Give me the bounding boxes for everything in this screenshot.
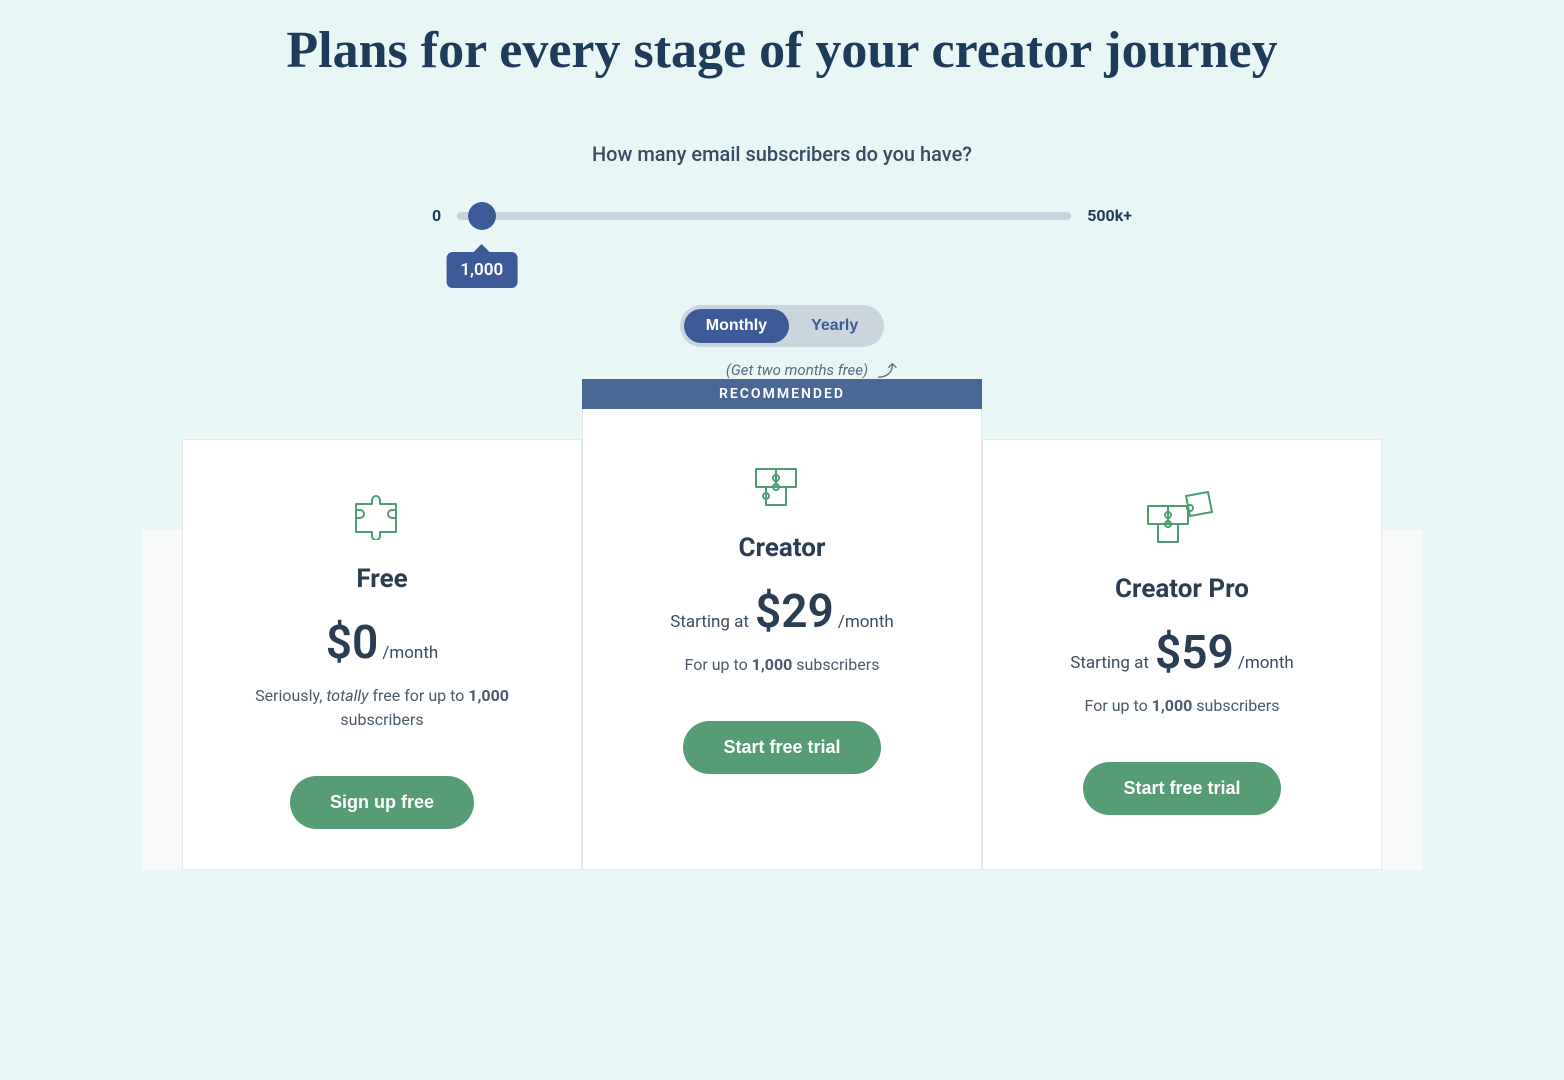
price-amount: $0 [326, 616, 379, 670]
recommended-badge: RECOMMENDED [582, 379, 982, 409]
billing-monthly-button[interactable]: Monthly [684, 309, 789, 343]
start-trial-creator-button[interactable]: Start free trial [683, 721, 880, 774]
slider-value-tooltip: 1,000 [446, 252, 517, 288]
puzzle-multi-icon [750, 459, 814, 509]
price-suffix: /month [382, 643, 438, 663]
page-title: Plans for every stage of your creator jo… [182, 20, 1382, 82]
plans-row: Free $0 /month Seriously, totally free f… [182, 439, 1382, 870]
plan-subtext: For up to 1,000 subscribers [1085, 694, 1280, 718]
slider-max-label: 500k+ [1087, 206, 1132, 225]
plan-subtext: For up to 1,000 subscribers [685, 653, 880, 677]
billing-yearly-button[interactable]: Yearly [789, 309, 880, 343]
plan-name: Creator [739, 533, 826, 563]
slider-thumb[interactable] [468, 202, 496, 230]
price-prefix: Starting at [1070, 653, 1149, 673]
slider-min-label: 0 [432, 206, 441, 225]
price-amount: $29 [755, 585, 834, 639]
plan-subtext: Seriously, totally free for up to 1,000 … [252, 684, 512, 732]
arrow-curved-icon [876, 361, 898, 379]
signup-free-button[interactable]: Sign up free [290, 776, 474, 829]
price-suffix: /month [1238, 653, 1294, 673]
start-trial-pro-button[interactable]: Start free trial [1083, 762, 1280, 815]
billing-promo: (Get two months free) [726, 361, 898, 379]
billing-toggle: Monthly Yearly [680, 305, 884, 347]
slider-prompt: How many email subscribers do you have? [182, 142, 1382, 166]
puzzle-large-icon [1142, 490, 1222, 550]
plan-card-creator-pro: Creator Pro Starting at $59 /month For u… [982, 439, 1382, 870]
plan-price: Starting at $29 /month [670, 585, 894, 639]
plan-price: Starting at $59 /month [1070, 626, 1294, 680]
subscriber-slider-section: How many email subscribers do you have? … [182, 142, 1382, 225]
slider-track[interactable]: 1,000 [457, 212, 1071, 220]
price-amount: $59 [1155, 626, 1234, 680]
plan-card-creator: RECOMMENDED Creator Starting at $29 /mon… [582, 409, 982, 870]
billing-promo-text: (Get two months free) [726, 361, 868, 379]
puzzle-icon [350, 490, 414, 540]
price-prefix: Starting at [670, 612, 749, 632]
plan-price: $0 /month [326, 616, 439, 670]
plan-name: Free [356, 564, 407, 594]
plan-name: Creator Pro [1115, 574, 1249, 604]
plan-card-free: Free $0 /month Seriously, totally free f… [182, 439, 582, 870]
price-suffix: /month [838, 612, 894, 632]
subscriber-slider[interactable]: 0 1,000 500k+ [432, 206, 1132, 225]
